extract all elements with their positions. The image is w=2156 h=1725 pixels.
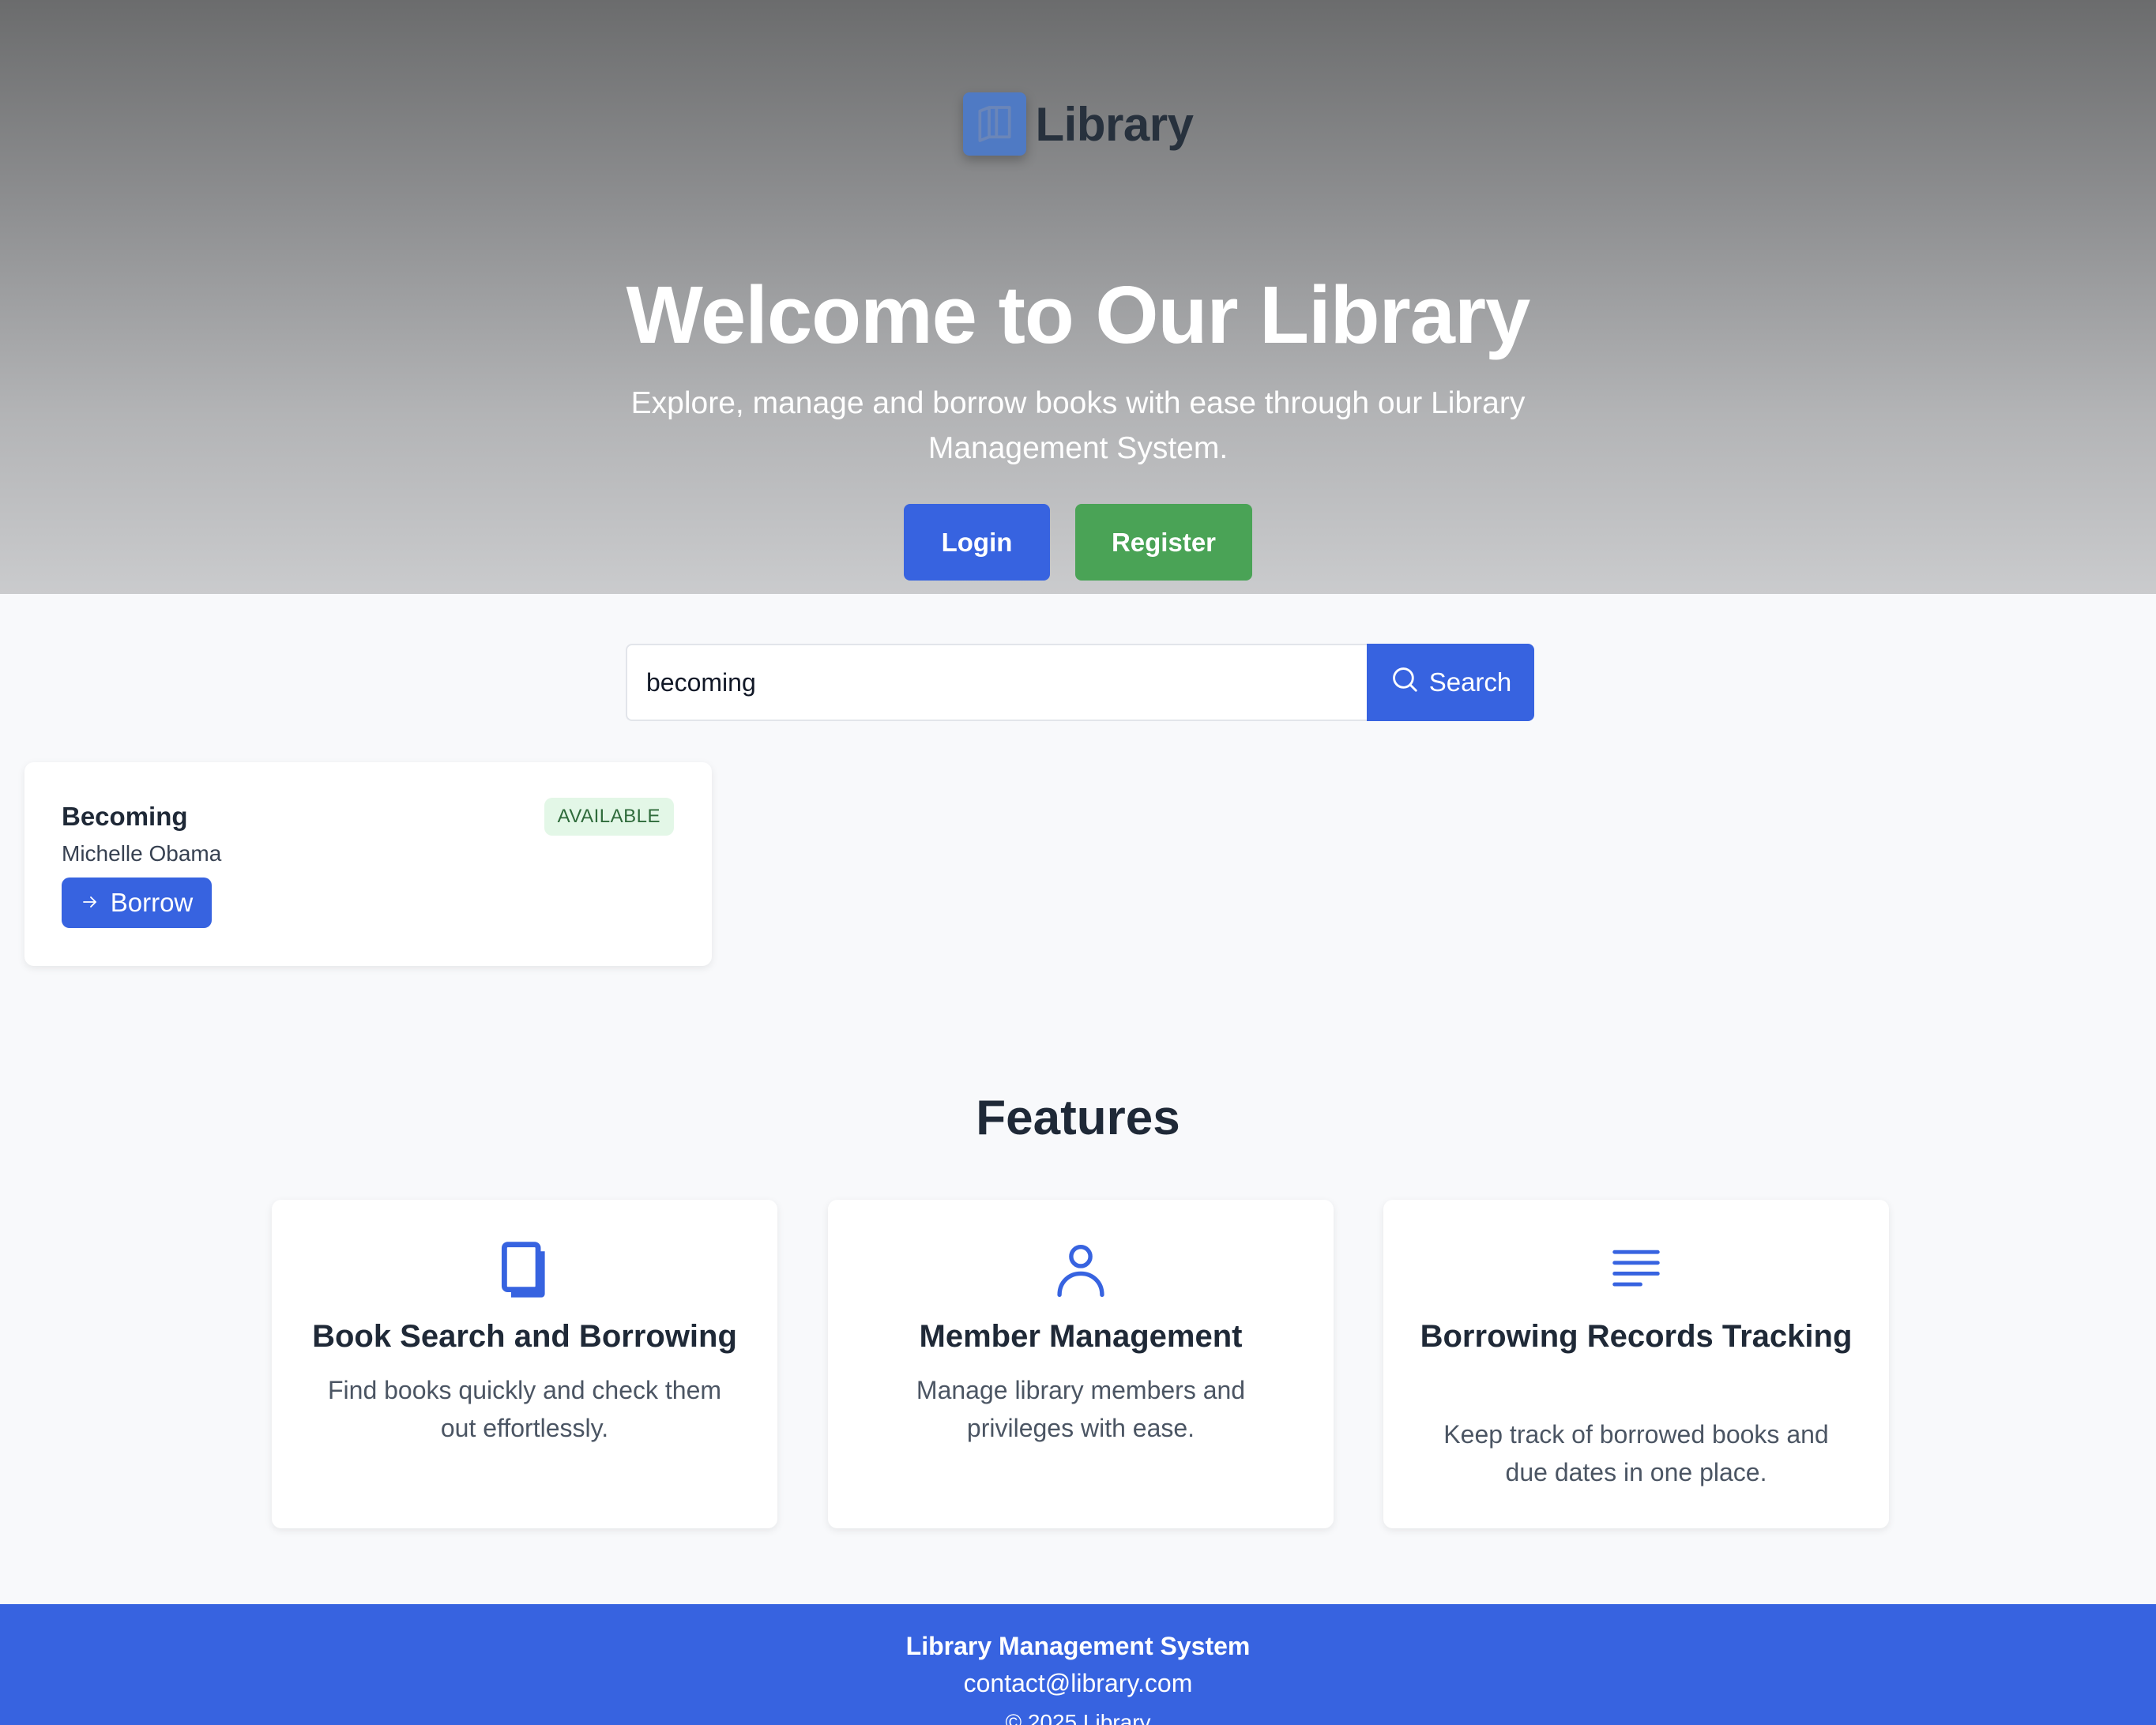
footer-copyright: © 2025 Library — [1005, 1710, 1151, 1725]
borrow-button-label: Borrow — [110, 888, 194, 917]
hero-section: Library Welcome to Our Library Explore, … — [0, 0, 2156, 594]
feature-card-book-search: Book Search and Borrowing Find books qui… — [272, 1200, 777, 1528]
feature-title: Borrowing Records Tracking — [1420, 1319, 1853, 1354]
arrow-right-icon — [81, 888, 100, 918]
list-icon — [1606, 1239, 1666, 1299]
register-button[interactable]: Register — [1075, 504, 1252, 581]
status-badge: AVAILABLE — [544, 798, 674, 836]
footer-email[interactable]: contact@library.com — [0, 1669, 2156, 1698]
feature-title: Book Search and Borrowing — [312, 1319, 737, 1354]
book-icon — [962, 92, 1026, 156]
feature-description: Manage library members and privileges wi… — [916, 1376, 1246, 1442]
search-input[interactable] — [626, 644, 1367, 721]
book-result-card: Becoming AVAILABLE Michelle Obama Borrow — [24, 762, 712, 966]
footer-title: Library Management System — [905, 1632, 1251, 1660]
feature-title: Member Management — [919, 1319, 1243, 1354]
feature-description: Keep track of borrowed books and due dat… — [1443, 1420, 1829, 1486]
brand[interactable]: Library — [0, 92, 2156, 156]
feature-card-borrowing-records: Borrowing Records Tracking Keep track of… — [1383, 1200, 1889, 1528]
search-icon — [1390, 664, 1420, 701]
feature-card-member-management: Member Management Manage library members… — [828, 1200, 1334, 1528]
book-author: Michelle Obama — [62, 841, 222, 866]
book-icon — [495, 1239, 555, 1299]
feature-description: Find books quickly and check them out ef… — [327, 1376, 722, 1442]
hero-subtitle: Explore, manage and borrow books with ea… — [630, 386, 1526, 465]
login-button[interactable]: Login — [904, 504, 1050, 581]
hero-actions: Login Register — [0, 504, 2156, 581]
features-heading: Features — [976, 1091, 1180, 1145]
brand-name: Library — [1035, 97, 1194, 151]
book-title: Becoming — [62, 802, 188, 831]
footer: Library Management System contact@librar… — [0, 1604, 2156, 1725]
search-bar: Search — [626, 644, 1534, 721]
hero-title: Welcome to Our Library — [626, 269, 1531, 360]
page: Library Welcome to Our Library Explore, … — [0, 0, 2156, 1725]
search-button[interactable]: Search — [1367, 644, 1534, 721]
user-icon — [1051, 1239, 1111, 1299]
borrow-button[interactable]: Borrow — [62, 878, 212, 928]
search-button-label: Search — [1428, 667, 1512, 697]
